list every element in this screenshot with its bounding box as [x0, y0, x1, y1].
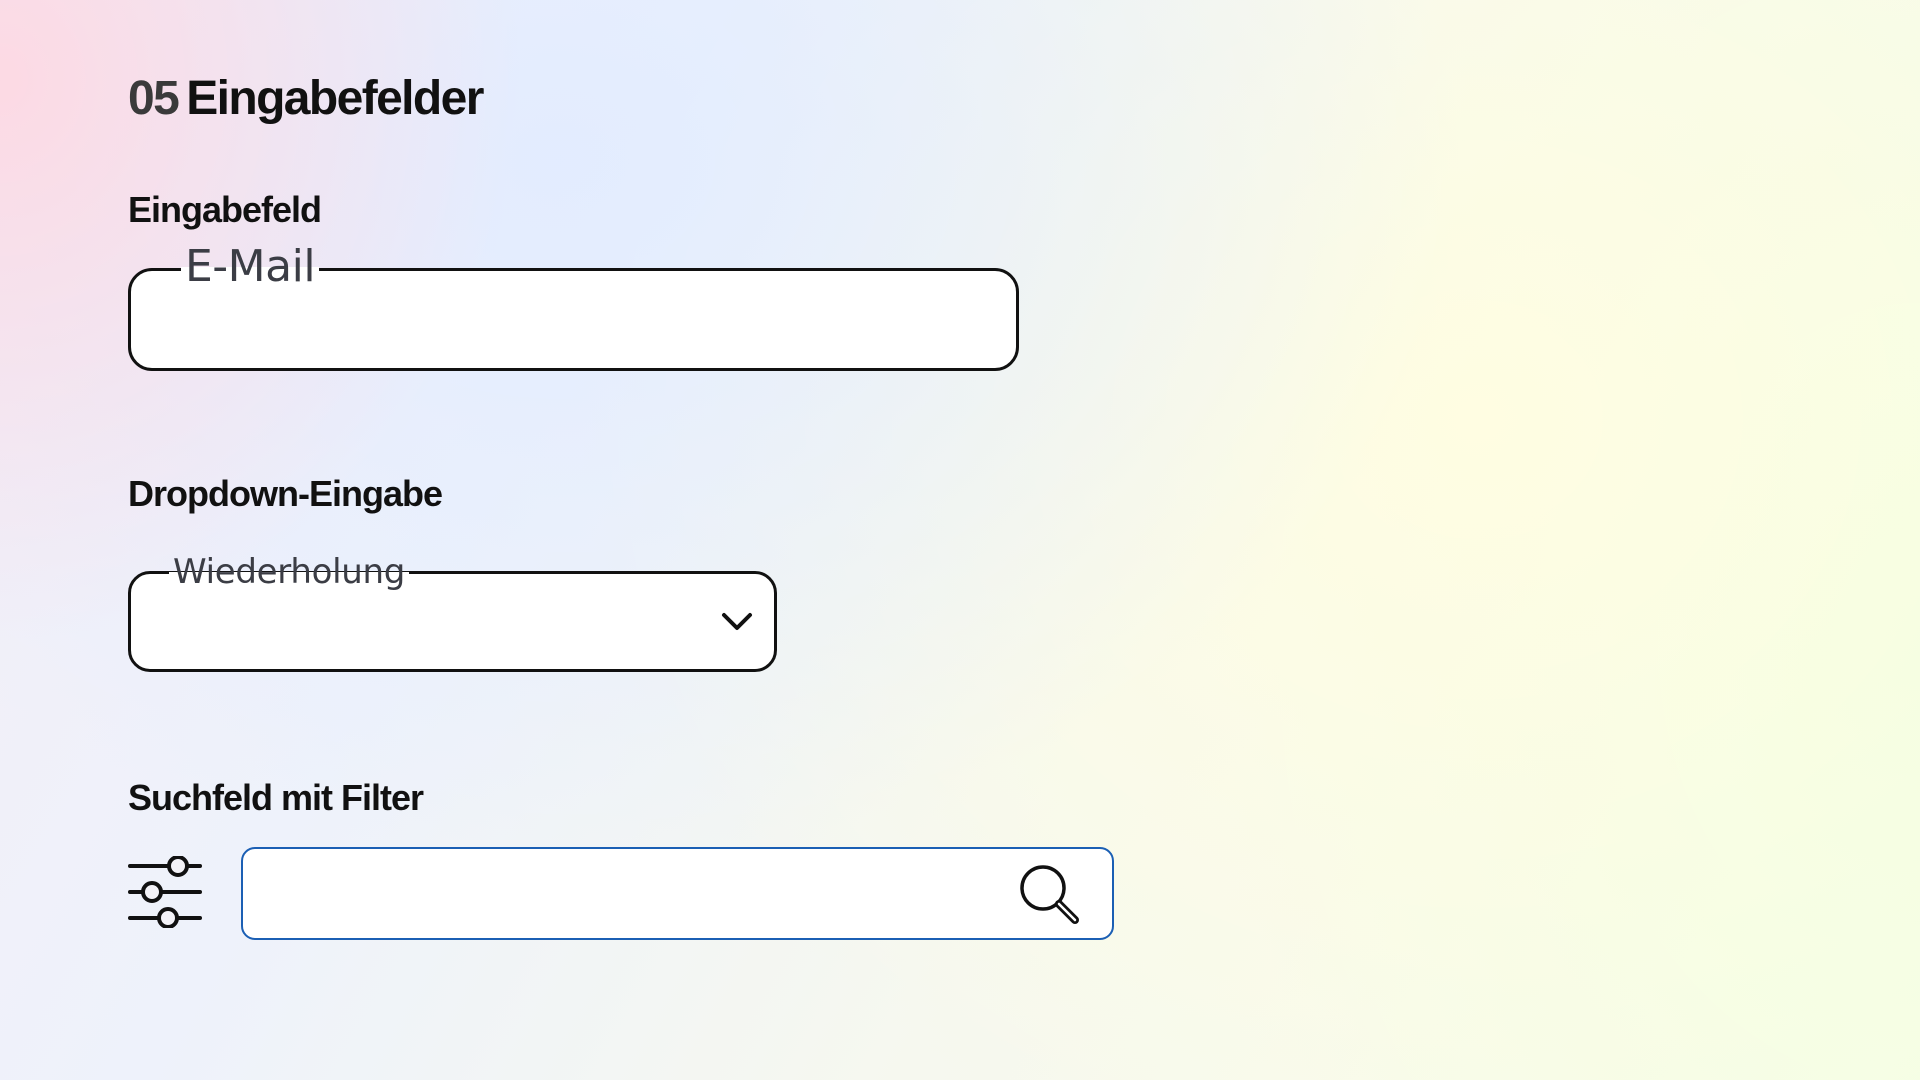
- dropdown-section-heading: Dropdown-Eingabe: [128, 473, 443, 514]
- page-title-text: Eingabefelder: [186, 72, 484, 125]
- search-input[interactable]: [241, 847, 1114, 940]
- repeat-dropdown-label: Wiederholung: [169, 552, 409, 592]
- chevron-down-icon[interactable]: [720, 610, 754, 634]
- email-field-label: E-Mail: [181, 241, 320, 293]
- page-title: 05 Eingabefelder: [128, 68, 484, 130]
- input-section-heading: Eingabefeld: [128, 189, 322, 230]
- email-field[interactable]: E-Mail: [128, 241, 1019, 371]
- search-section-heading: Suchfeld mit Filter: [128, 777, 424, 818]
- search-icon[interactable]: [1018, 863, 1082, 927]
- page-title-number: 05: [128, 72, 180, 125]
- repeat-dropdown[interactable]: Wiederholung: [128, 552, 777, 672]
- filter-sliders-icon[interactable]: [128, 856, 202, 928]
